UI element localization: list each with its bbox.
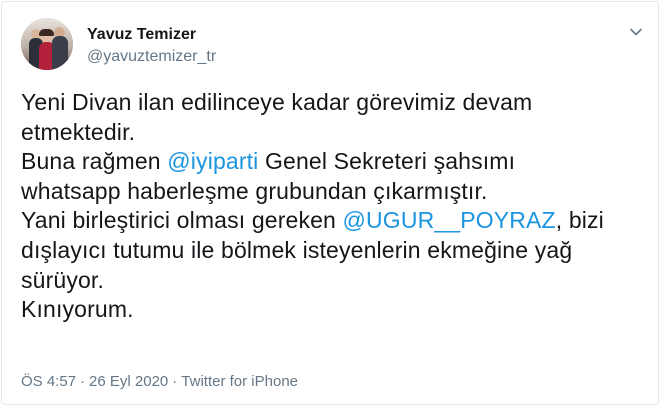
tweet-line: etmektedir. <box>21 118 136 145</box>
author-handle[interactable]: @yavuztemizer_tr <box>87 48 216 66</box>
mention-link-iyiparti[interactable]: @iyiparti <box>167 148 258 174</box>
author-name[interactable]: Yavuz Temizer <box>87 26 196 44</box>
meta-separator: · <box>80 373 86 390</box>
tweet-line: dışlayıcı tutumu ile bölmek isteyenlerin… <box>21 236 573 263</box>
tweet-line: Buna rağmen @iyiparti Genel Sekreteri şa… <box>21 148 516 175</box>
chevron-down-icon[interactable] <box>628 24 644 40</box>
avatar[interactable] <box>21 18 73 70</box>
tweet-line: sürüyor. <box>21 266 105 293</box>
tweet-line: Yani birleştirici olması gereken @UGUR__… <box>21 207 604 234</box>
tweet-line: Kınıyorum. <box>21 296 134 323</box>
meta-separator: · <box>172 373 178 390</box>
tweet-line: whatsapp haberleşme grubundan çıkarmıştı… <box>21 177 488 204</box>
tweet-line: Yeni Divan ilan edilinceye kadar görevim… <box>21 89 533 115</box>
tweet-date[interactable]: 26 Eyl 2020 <box>89 373 168 390</box>
tweet-meta: ÖS 4:57 · 26 Eyl 2020 · Twitter for iPhone <box>21 373 298 390</box>
tweet-source[interactable]: Twitter for iPhone <box>181 373 298 390</box>
tweet-time[interactable]: ÖS 4:57 <box>21 373 76 390</box>
mention-link-ugur-poyraz[interactable]: @UGUR__POYRAZ <box>343 207 556 233</box>
tweet-text: Yeni Divan ilan edilinceye kadar görevim… <box>21 88 631 325</box>
